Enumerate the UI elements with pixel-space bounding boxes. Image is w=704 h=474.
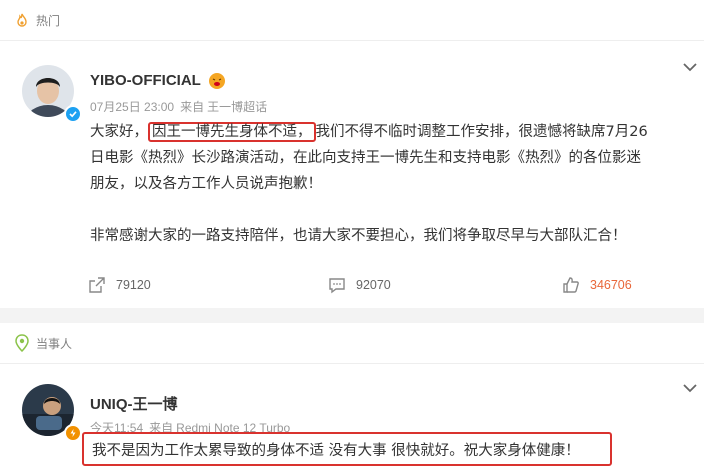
comment-icon — [329, 278, 345, 294]
like-count: 346706 — [590, 278, 632, 292]
party-section-label: 当事人 — [14, 334, 72, 352]
post-meta: 07月25日 23:00 来自 王一博超话 — [90, 98, 273, 115]
repost-icon — [89, 277, 105, 293]
fire-icon — [17, 13, 27, 27]
post-source[interactable]: 王一博超话 — [207, 100, 267, 114]
source-prefix: 来自 — [180, 100, 205, 114]
comment-count: 92070 — [356, 278, 391, 292]
like-button[interactable]: 346706 — [562, 276, 632, 294]
post-text-prefix: 大家好， — [90, 124, 148, 140]
post-card: 热门 YIBO-OFFICIAL 07月25日 23:00 来自 王一博超话 大家好… — [0, 0, 704, 308]
chevron-down-icon[interactable] — [682, 383, 698, 393]
hot-section-label: 热门 — [14, 12, 60, 29]
post-date[interactable]: 07月25日 23:00 — [90, 100, 174, 114]
reply-card: 当事人 UNIQ-王一博 今天11:54 来自 Redmi Note 12 Turb… — [0, 323, 704, 474]
repost-count: 79120 — [116, 278, 151, 292]
repost-button[interactable]: 79120 — [88, 276, 151, 294]
location-pin-icon — [15, 334, 29, 352]
verified-badge-icon — [64, 105, 82, 123]
vip-emoji-icon — [209, 73, 225, 89]
post-text-paragraph: 非常感谢大家的一路支持陪伴，也请大家不要担心，我们将争取尽早与大部队汇合！ — [90, 228, 627, 244]
post-text-rest: 我们不得不临时调整工作安排，很遗憾将缺席7月26 — [315, 124, 648, 140]
reply-username[interactable]: UNIQ-王一博 — [90, 393, 178, 414]
highlighted-phrase: 因王一博先生身体不适， — [148, 122, 316, 142]
post-username[interactable]: YIBO-OFFICIAL — [90, 72, 201, 89]
verified-badge-icon — [64, 424, 82, 442]
post-text-line: 朋友，以及各方工作人员说声抱歉！ — [90, 176, 322, 192]
divider — [0, 363, 704, 364]
comment-button[interactable]: 92070 — [328, 276, 391, 294]
hot-label: 热门 — [36, 14, 61, 28]
divider — [0, 40, 704, 41]
post-text-line: 大家好， 因王一博先生身体不适， 我们不得不临时调整工作安排，很遗憾将缺席7月26 — [90, 119, 682, 145]
post-text: 大家好， 因王一博先生身体不适， 我们不得不临时调整工作安排，很遗憾将缺席7月26 … — [90, 119, 682, 249]
reply-text: 我不是因为工作太累导致的身体不适 没有大事 很快就好。祝大家身体健康！ — [82, 432, 612, 466]
post-text-line: 日电影《热烈》长沙路演活动，在此向支持王一博先生和支持电影《热烈》的各位影迷 — [90, 150, 641, 166]
thumbs-up-icon — [563, 277, 579, 293]
chevron-down-icon[interactable] — [682, 62, 698, 72]
party-label: 当事人 — [36, 336, 73, 351]
